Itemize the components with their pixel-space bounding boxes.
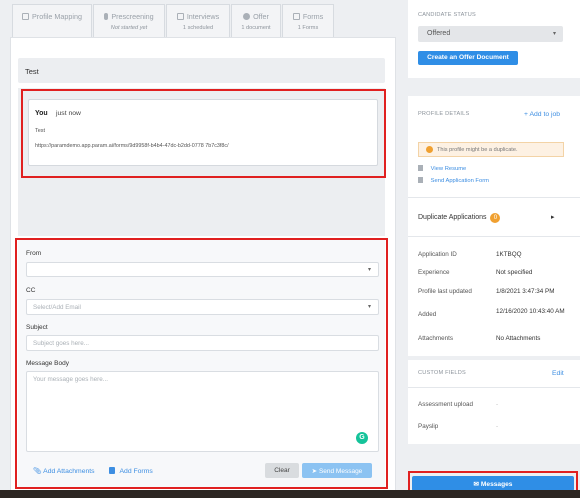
send-application-form-link[interactable]: Send Application Form xyxy=(418,177,489,184)
add-to-job-link[interactable]: + Add to job xyxy=(524,111,560,118)
compose-highlight xyxy=(15,238,388,489)
detail-value: No Attachments xyxy=(496,335,541,342)
detail-value: 12/16/2020 10:43:40 AM xyxy=(496,308,565,315)
detail-value: Not specified xyxy=(496,269,533,276)
tab-prescreening[interactable]: Prescreening Not started yet xyxy=(93,4,165,37)
tab-profile-mapping[interactable]: Profile Mapping xyxy=(12,4,92,37)
profile-mapping-icon xyxy=(22,13,30,20)
candidate-status-heading: CANDIDATE STATUS xyxy=(418,12,476,18)
taskbar-strip xyxy=(0,490,580,498)
tab-forms[interactable]: Forms 1 Forms xyxy=(282,4,334,37)
detail-value: 1KTBQQ xyxy=(496,251,522,258)
duplicate-applications-row[interactable]: Duplicate Applications 0 xyxy=(418,213,558,223)
divider xyxy=(408,387,580,388)
duplicate-warning: This profile might be a duplicate. xyxy=(418,142,564,157)
detail-key: Attachments xyxy=(418,335,453,342)
custom-fields-heading: CUSTOM FIELDS xyxy=(418,370,466,376)
profile-details-heading: PROFILE DETAILS xyxy=(418,111,470,117)
divider xyxy=(408,236,580,237)
document-icon xyxy=(418,177,423,183)
message-highlight xyxy=(21,89,386,178)
custom-field-value: - xyxy=(496,401,499,408)
detail-key: Added xyxy=(418,311,437,318)
detail-key: Application ID xyxy=(418,251,457,258)
microphone-icon xyxy=(104,13,109,20)
tab-offer[interactable]: Offer 1 document xyxy=(231,4,281,37)
thread-title: Test xyxy=(18,58,385,83)
duplicate-count-badge: 0 xyxy=(490,213,501,223)
warning-icon xyxy=(426,146,433,153)
detail-key: Experience xyxy=(418,269,450,276)
chevron-down-icon: ▾ xyxy=(552,31,556,37)
edit-link[interactable]: Edit xyxy=(552,370,564,377)
chevron-right-icon[interactable]: ▸ xyxy=(551,213,555,221)
custom-field-key: Payslip xyxy=(418,423,439,430)
detail-key: Profile last updated xyxy=(418,288,472,295)
view-resume-link[interactable]: View Resume xyxy=(418,165,466,172)
forms-icon xyxy=(292,13,300,20)
document-icon xyxy=(418,165,423,171)
divider xyxy=(408,197,580,198)
offer-icon xyxy=(243,13,251,20)
create-offer-button[interactable]: Create an Offer Document xyxy=(418,51,518,65)
tab-interviews[interactable]: Interviews 1 scheduled xyxy=(166,4,230,37)
detail-value: 1/8/2021 3:47:34 PM xyxy=(496,288,555,295)
calendar-icon xyxy=(176,13,184,20)
custom-field-key: Assessment upload xyxy=(418,401,473,408)
status-select[interactable]: Offered ▾ xyxy=(418,26,563,42)
custom-field-value: - xyxy=(496,423,499,430)
